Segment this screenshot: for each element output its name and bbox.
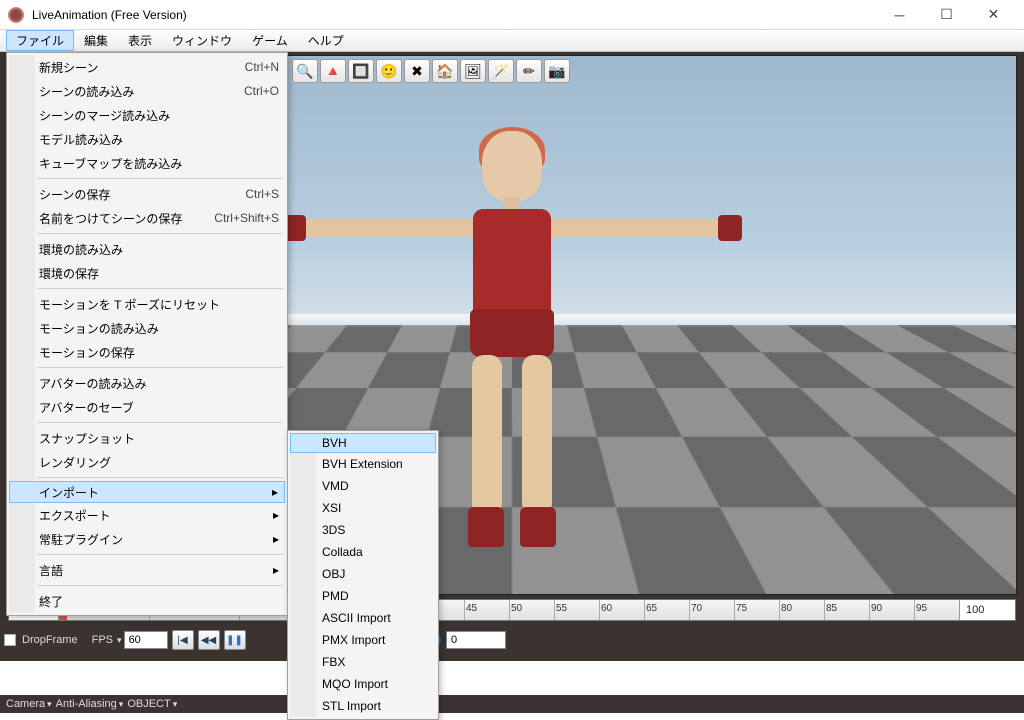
import-submenu-item[interactable]: PMD	[290, 585, 436, 607]
import-submenu-item[interactable]: Collada	[290, 541, 436, 563]
submenu-arrow-icon: ▸	[272, 485, 278, 499]
file-menu-item[interactable]: 終了	[9, 589, 285, 613]
import-submenu-item[interactable]: BVH Extension	[290, 453, 436, 475]
submenu-arrow-icon: ▸	[273, 508, 279, 522]
close-button[interactable]: ✕	[971, 1, 1016, 29]
file-menu-item[interactable]: 常駐プラグイン▸	[9, 527, 285, 551]
timeline-end[interactable]: 100	[959, 600, 1015, 620]
fps-spinner[interactable]: ▾	[117, 631, 168, 649]
minimize-button[interactable]: ─	[877, 1, 922, 29]
file-menu-item[interactable]: 名前をつけてシーンの保存Ctrl+Shift+S	[9, 206, 285, 230]
fps-label: FPS	[92, 634, 113, 646]
toolbar-home-icon[interactable]: 🏠	[432, 59, 458, 83]
window-title: LiveAnimation (Free Version)	[32, 8, 877, 22]
toolbar-wand-icon[interactable]: 🪄	[488, 59, 514, 83]
menu-window[interactable]: ウィンドウ	[162, 30, 242, 51]
file-menu-item[interactable]: アバターの読み込み	[9, 371, 285, 395]
import-submenu-item[interactable]: MQO Import	[290, 673, 436, 695]
file-menu-item[interactable]: 環境の読み込み	[9, 237, 285, 261]
status-object[interactable]: OBJECT	[127, 698, 177, 710]
file-menu-item[interactable]: アバターのセーブ	[9, 395, 285, 419]
titlebar: LiveAnimation (Free Version) ─ ☐ ✕	[0, 0, 1024, 30]
menubar: ファイル 編集 表示 ウィンドウ ゲーム ヘルプ	[0, 30, 1024, 52]
toolbar-pencil-icon[interactable]: ✏	[516, 59, 542, 83]
file-menu-item[interactable]: モデル読み込み	[9, 127, 285, 151]
file-menu-item[interactable]: インポート▸	[9, 481, 285, 503]
toolbar-image-icon[interactable]: 🖼	[460, 59, 486, 83]
status-antialias[interactable]: Anti-Aliasing	[56, 698, 124, 710]
maximize-button[interactable]: ☐	[924, 1, 969, 29]
toolbar-shape-icon[interactable]: 🔺	[320, 59, 346, 83]
fps-input[interactable]	[124, 631, 168, 649]
import-submenu-item[interactable]: OBJ	[290, 563, 436, 585]
first-frame-button[interactable]: |◀	[172, 630, 194, 650]
toolbar-panel-icon[interactable]: 🔲	[348, 59, 374, 83]
app-icon	[8, 7, 24, 23]
toolbar-face-icon[interactable]: 🙂	[376, 59, 402, 83]
import-submenu-item[interactable]: VMD	[290, 475, 436, 497]
file-menu-item[interactable]: スナップショット	[9, 426, 285, 450]
import-submenu-item[interactable]: 3DS	[290, 519, 436, 541]
dropframe-label: DropFrame	[22, 634, 78, 646]
file-menu-dropdown: 新規シーンCtrl+Nシーンの読み込みCtrl+Oシーンのマージ読み込みモデル読…	[6, 52, 288, 616]
import-submenu-item[interactable]: PMX Import	[290, 629, 436, 651]
window-buttons: ─ ☐ ✕	[877, 1, 1016, 29]
file-menu-item[interactable]: レンダリング	[9, 450, 285, 474]
menu-edit[interactable]: 編集	[74, 30, 118, 51]
file-menu-item[interactable]: 言語▸	[9, 558, 285, 582]
import-submenu-item[interactable]: BVH	[290, 433, 436, 453]
toolbar-camera-icon[interactable]: 📷	[544, 59, 570, 83]
import-submenu: BVHBVH ExtensionVMDXSI3DSColladaOBJPMDAS…	[287, 430, 439, 720]
file-menu-item[interactable]: シーンのマージ読み込み	[9, 103, 285, 127]
file-menu-item[interactable]: モーションの読み込み	[9, 316, 285, 340]
pause-button[interactable]: ❚❚	[224, 630, 246, 650]
file-menu-item[interactable]: 環境の保存	[9, 261, 285, 285]
toolbar-zoom-icon[interactable]: 🔍	[292, 59, 318, 83]
import-submenu-item[interactable]: XSI	[290, 497, 436, 519]
file-menu-item[interactable]: シーンの読み込みCtrl+O	[9, 79, 285, 103]
dropframe-checkbox[interactable]	[4, 634, 16, 646]
playback-controls: DropFrame FPS ▾ |◀ ◀◀ ❚❚ Loop	[4, 625, 1016, 655]
file-menu-item[interactable]: キューブマップを読み込み	[9, 151, 285, 175]
file-menu-item[interactable]: モーションの保存	[9, 340, 285, 364]
submenu-arrow-icon: ▸	[273, 563, 279, 577]
menu-help[interactable]: ヘルプ	[298, 30, 354, 51]
prev-frame-button[interactable]: ◀◀	[198, 630, 220, 650]
file-menu-item[interactable]: 新規シーンCtrl+N	[9, 55, 285, 79]
file-menu-item[interactable]: シーンの保存Ctrl+S	[9, 182, 285, 206]
statusbar: Camera Anti-Aliasing OBJECT	[0, 695, 1024, 713]
frame-counter[interactable]	[446, 631, 506, 649]
menu-view[interactable]: 表示	[118, 30, 162, 51]
toolbar-delete-icon[interactable]: ✖	[404, 59, 430, 83]
import-submenu-item[interactable]: STL Import	[290, 695, 436, 717]
import-submenu-item[interactable]: FBX	[290, 651, 436, 673]
toolbar: 🔍 🔺 🔲 🙂 ✖ 🏠 🖼 🪄 ✏ 📷	[292, 59, 570, 87]
import-submenu-item[interactable]: ASCII Import	[290, 607, 436, 629]
file-menu-item[interactable]: エクスポート▸	[9, 503, 285, 527]
menu-file[interactable]: ファイル	[6, 30, 74, 51]
submenu-arrow-icon: ▸	[273, 532, 279, 546]
file-menu-item[interactable]: モーションを T ポーズにリセット	[9, 292, 285, 316]
frame-input[interactable]	[446, 631, 506, 649]
menu-game[interactable]: ゲーム	[242, 30, 298, 51]
status-camera[interactable]: Camera	[6, 698, 52, 710]
